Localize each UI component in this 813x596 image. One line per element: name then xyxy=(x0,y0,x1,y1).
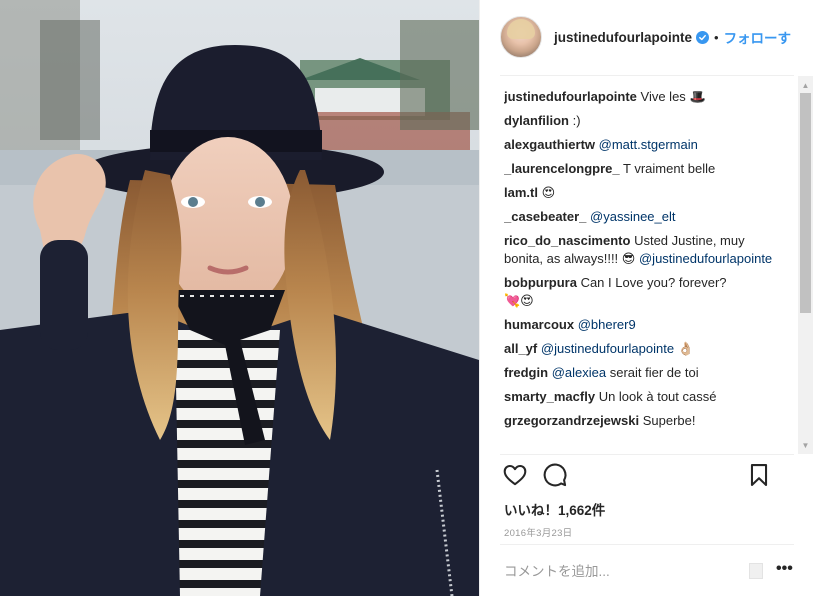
comment-mention[interactable]: @matt.stgermain xyxy=(599,137,698,152)
top-hat-emoji: 🎩 xyxy=(689,89,706,104)
comment-divider xyxy=(500,544,794,545)
comment-mention[interactable]: @justinedufourlapointe xyxy=(639,251,772,266)
comment-username[interactable]: _casebeater_ xyxy=(504,209,586,224)
comment-username[interactable]: justinedufourlapointe xyxy=(504,89,637,104)
comment-icon[interactable] xyxy=(542,462,570,490)
comment-mention[interactable]: @bherer9 xyxy=(578,317,636,332)
comment-item: fredgin @alexiea serait fier de toi xyxy=(504,364,774,382)
comment-text: Can I Love you? forever? xyxy=(580,275,727,290)
comment-username[interactable]: dylanfilion xyxy=(504,113,569,128)
comment-username[interactable]: alexgauthiertw xyxy=(504,137,595,152)
comment-mention[interactable]: @justinedufourlapointe xyxy=(541,341,674,356)
scrollbar-thumb[interactable] xyxy=(800,93,811,313)
post-date[interactable]: 2016年3月23日 xyxy=(504,525,572,539)
comment-username[interactable]: _laurencelongpre_ xyxy=(504,161,620,176)
likes-count[interactable]: いいね！1,662件 xyxy=(504,499,605,519)
comment-mention[interactable]: @yassinee_elt xyxy=(590,209,675,224)
actions-divider xyxy=(500,454,794,455)
comment-mention[interactable]: @alexiea xyxy=(552,365,606,380)
comment-text: :) xyxy=(572,113,581,128)
heart-icon[interactable] xyxy=(502,462,530,490)
comment-item: _laurencelongpre_ T vraiment belle xyxy=(504,160,774,178)
comment-username[interactable]: bobpurpura xyxy=(504,275,577,290)
comment-text: T vraiment belle xyxy=(623,161,716,176)
comment-item: lam.tl 😍 xyxy=(504,184,774,202)
scroll-down-arrow[interactable]: ▼ xyxy=(798,438,813,453)
comment-item: smarty_macfly Un look à tout cassé xyxy=(504,388,774,406)
header-divider xyxy=(500,75,794,76)
comment-item: justinedufourlapointe Vive les 🎩 xyxy=(504,88,774,106)
comment-username[interactable]: smarty_macfly xyxy=(504,389,595,404)
follow-button[interactable]: フォローす xyxy=(724,27,792,47)
comment-username[interactable]: lam.tl xyxy=(504,185,538,200)
verified-badge-icon xyxy=(696,30,709,44)
comment-username[interactable]: fredgin xyxy=(504,365,548,380)
sunglasses-emoji: 😎 xyxy=(621,251,636,266)
hearts-emoji: 💘😍 xyxy=(504,293,534,308)
bookmark-icon[interactable] xyxy=(746,462,774,490)
header-separator: • xyxy=(714,29,719,45)
post-photo-illustration xyxy=(0,0,479,596)
comment-input[interactable] xyxy=(504,561,724,581)
action-bar xyxy=(502,462,792,492)
comment-item: dylanfilion :) xyxy=(504,112,774,130)
comment-item: alexgauthiertw @matt.stgermain xyxy=(504,136,774,154)
comments-list[interactable]: justinedufourlapointe Vive les 🎩 dylanfi… xyxy=(504,88,774,452)
post-photo[interactable] xyxy=(0,0,479,596)
comment-text: Un look à tout cassé xyxy=(598,389,717,404)
comment-item: _casebeater_ @yassinee_elt xyxy=(504,208,774,226)
comment-item: all_yf @justinedufourlapointe 👌🏼 xyxy=(504,340,774,358)
comment-text: Superbe! xyxy=(642,413,696,428)
ok-hand-emoji: 👌🏼 xyxy=(677,341,694,356)
input-widget-icon[interactable] xyxy=(749,563,763,579)
comment-username[interactable]: rico_do_nascimento xyxy=(504,233,630,248)
comment-item: bobpurpura Can I Love you? forever? 💘😍 xyxy=(504,274,774,310)
post-header: justinedufourlapointe • フォローす xyxy=(500,14,800,60)
comment-item: grzegorzandrzejewski Superbe! xyxy=(504,412,774,430)
comment-text: Vive les xyxy=(640,89,686,104)
author-username[interactable]: justinedufourlapointe xyxy=(554,30,692,45)
comment-username[interactable]: grzegorzandrzejewski xyxy=(504,413,639,428)
comment-item: humarcoux @bherer9 xyxy=(504,316,774,334)
scroll-up-arrow[interactable]: ▲ xyxy=(798,78,813,93)
comment-text: serait fier de toi xyxy=(609,365,699,380)
post-side-panel: justinedufourlapointe • フォローす justineduf… xyxy=(479,0,813,596)
heart-eyes-emoji: 😍 xyxy=(541,185,556,200)
more-options-icon[interactable]: ••• xyxy=(776,561,794,580)
comment-item: rico_do_nascimento Usted Justine, muy bo… xyxy=(504,232,774,268)
author-avatar[interactable] xyxy=(500,16,542,58)
comment-username[interactable]: humarcoux xyxy=(504,317,574,332)
comment-username[interactable]: all_yf xyxy=(504,341,537,356)
comments-scrollbar[interactable]: ▲ ▼ xyxy=(798,76,813,454)
